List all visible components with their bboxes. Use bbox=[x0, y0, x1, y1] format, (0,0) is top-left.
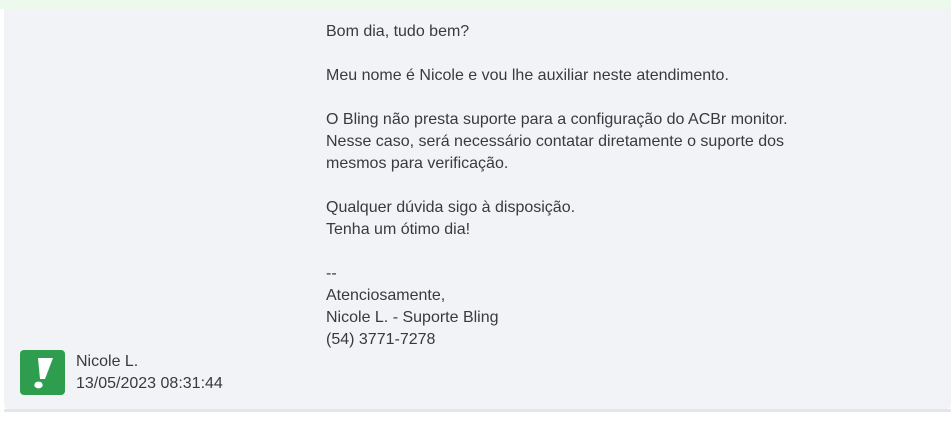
signature-phone: (54) 3771-7278 bbox=[326, 331, 436, 348]
message-closing-line: Qualquer dúvida sigo à disposição. bbox=[326, 199, 576, 216]
message-body-line: O Bling não presta suporte para a config… bbox=[326, 111, 788, 128]
message-body: Bom dia, tudo bem? Meu nome é Nicole e v… bbox=[326, 21, 926, 351]
message-greeting: Bom dia, tudo bem? bbox=[326, 23, 470, 40]
previous-message-edge bbox=[0, 0, 951, 9]
message-timestamp: 13/05/2023 08:31:44 bbox=[76, 375, 223, 392]
message-closing-line: Tenha um ótimo dia! bbox=[326, 221, 471, 238]
signature-regards: Atenciosamente, bbox=[326, 287, 446, 304]
author-avatar bbox=[20, 350, 65, 395]
signature-separator: -- bbox=[326, 265, 337, 282]
author-name: Nicole L. bbox=[76, 353, 139, 370]
message-body-line: mesmos para verificação. bbox=[326, 155, 509, 172]
exclamation-logo-icon bbox=[33, 357, 53, 388]
message-card-shadow bbox=[4, 409, 951, 412]
signature-name: Nicole L. - Suporte Bling bbox=[326, 309, 499, 326]
message-body-line: Nesse caso, será necessário contatar dir… bbox=[326, 133, 785, 150]
message-intro: Meu nome é Nicole e vou lhe auxiliar nes… bbox=[326, 67, 729, 84]
